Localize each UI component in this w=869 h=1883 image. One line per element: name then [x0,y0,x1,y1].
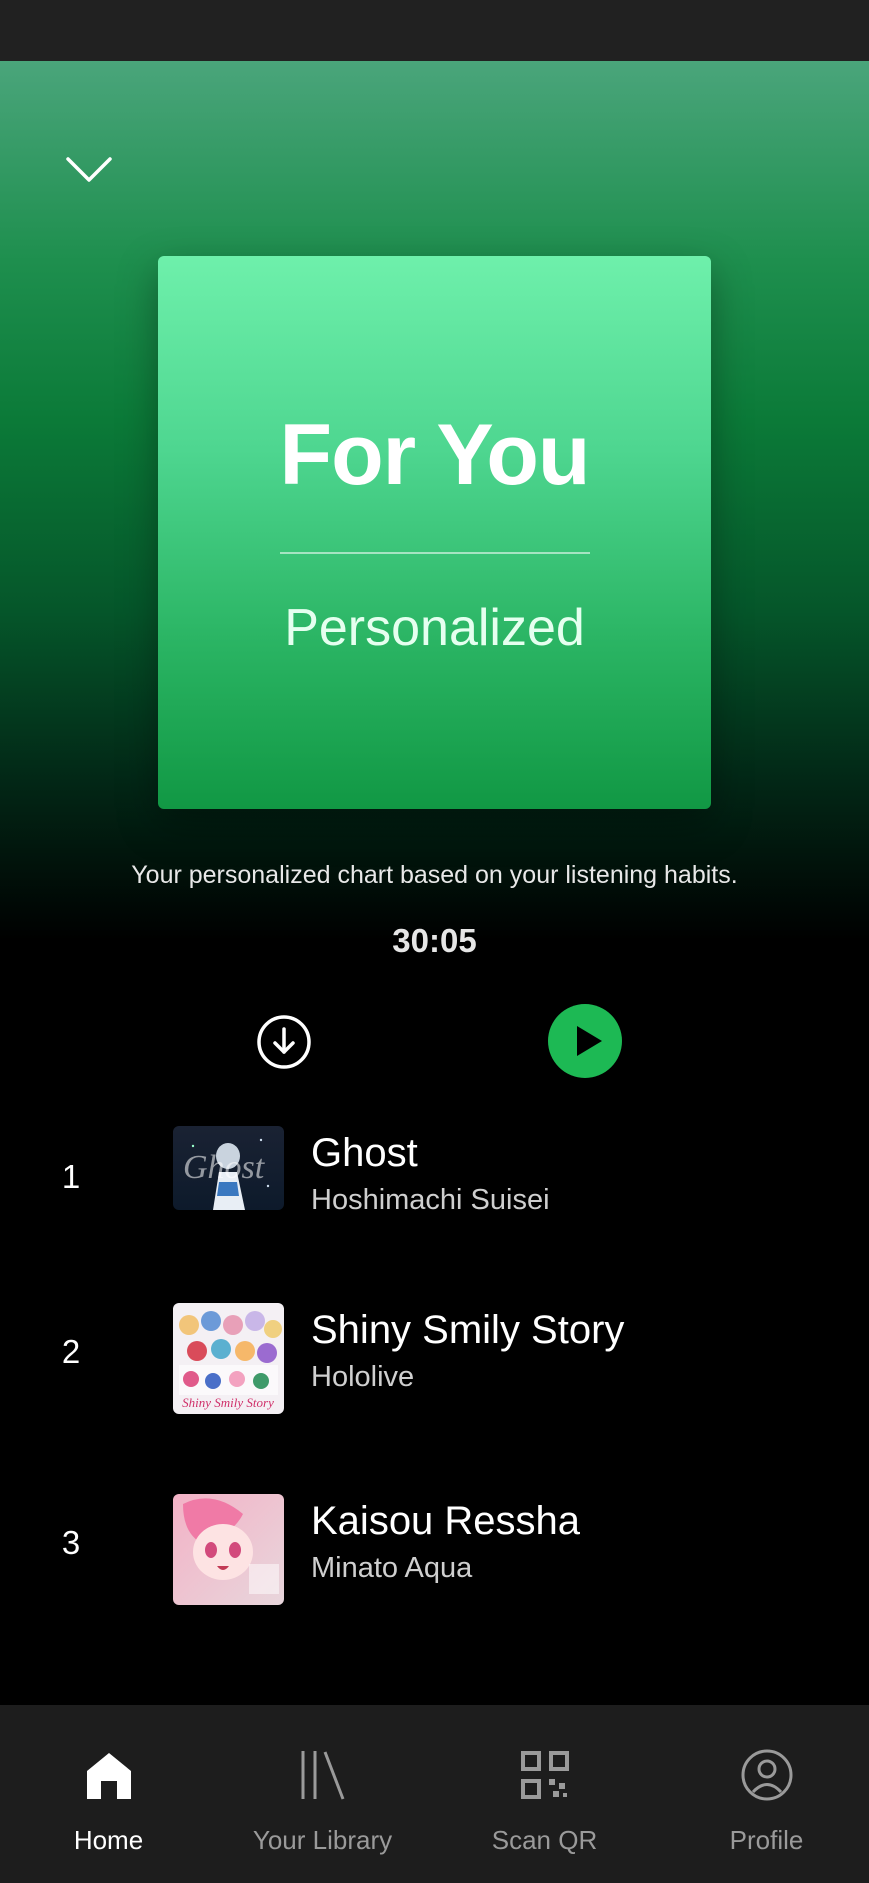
cover-subtitle: Personalized [284,599,585,657]
track-title: Shiny Smily Story [311,1308,625,1352]
library-icon [297,1747,349,1803]
track-title: Ghost [311,1131,418,1175]
track-row[interactable]: 1 Ghost Ghost Hoshimachi Suisei [0,1126,869,1246]
status-bar [0,0,869,61]
nav-library-label: Your Library [252,1825,393,1855]
chevron-down-icon[interactable] [58,145,120,197]
nav-scan-qr[interactable]: Scan QR [436,1705,653,1883]
qr-code-icon [519,1747,571,1803]
cover-title: For You [279,407,591,503]
playlist-description: Your personalized chart based on your li… [131,861,738,889]
playlist-screen: For You Personalized Your personalized c… [0,0,869,1883]
nav-profile[interactable]: Profile [658,1705,869,1883]
home-icon [83,1747,135,1803]
track-artwork [173,1494,284,1605]
track-artist: Hoshimachi Suisei [311,1184,550,1216]
nav-scan-qr-label: Scan QR [491,1825,598,1855]
track-artwork: Shiny Smily Story [173,1303,284,1414]
art-text: Ghost [183,1149,266,1186]
play-button[interactable] [548,1004,622,1078]
nav-home-label: Home [73,1825,144,1855]
track-row[interactable]: 2 Shiny Smily Story Shiny Smily Story Ho… [0,1303,869,1423]
bottom-nav: Home Your Library Scan QR Profile [0,1705,869,1883]
nav-profile-label: Profile [729,1825,804,1855]
play-icon [577,1026,602,1056]
track-rank: 3 [61,1524,81,1561]
track-artist: Hololive [311,1361,415,1393]
track-row[interactable]: 3 Kaisou Ressha Minato Aqua [0,1494,869,1614]
nav-home[interactable]: Home [0,1705,217,1883]
cover-divider [280,552,590,554]
track-artist: Minato Aqua [311,1552,473,1584]
profile-icon [741,1747,793,1803]
track-artwork: Ghost [173,1126,284,1210]
playlist-duration: 30:05 [392,922,477,959]
nav-your-library[interactable]: Your Library [214,1705,431,1883]
track-rank: 2 [61,1333,81,1370]
playlist-cover: For You Personalized [158,256,711,809]
track-title: Kaisou Ressha [311,1499,581,1543]
track-rank: 1 [61,1158,81,1195]
download-icon[interactable] [256,1014,312,1070]
art-text: Shiny Smily Story [182,1395,274,1410]
